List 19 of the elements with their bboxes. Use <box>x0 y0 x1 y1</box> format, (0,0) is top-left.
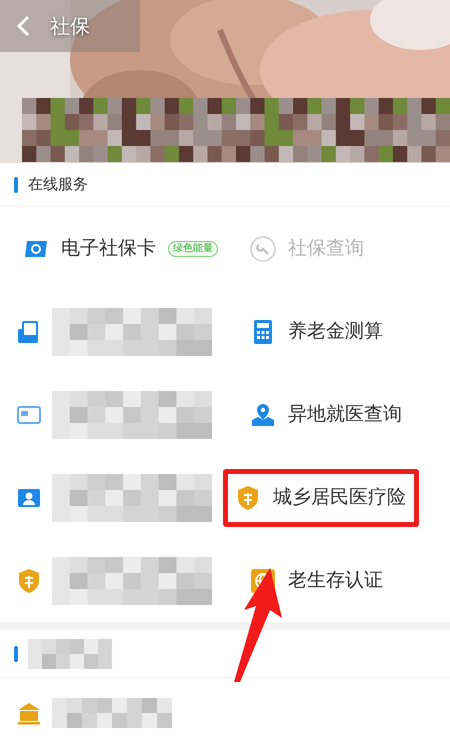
wrench-icon <box>250 236 276 262</box>
energy-badge: 绿色能量 <box>168 240 218 256</box>
page-title: 社保 <box>50 13 90 40</box>
service-link[interactable]: 电子社保卡 绿色能量 <box>8 220 233 278</box>
section-title: 在线服务 <box>28 174 88 196</box>
service-link[interactable]: 养老金测算 <box>235 302 398 360</box>
shield-icon <box>235 484 261 510</box>
service-label: 电子社保卡 <box>61 236 156 262</box>
location-pin-icon <box>250 402 276 428</box>
back-icon[interactable] <box>16 15 30 37</box>
bank-icon <box>16 700 42 726</box>
service-label: 社保查询 <box>288 236 364 262</box>
service-label: 异地就医查询 <box>288 402 402 428</box>
service-link[interactable]: 城乡居民医疗险 <box>223 468 419 526</box>
service-label: 城乡居民医疗险 <box>273 485 406 510</box>
service-label: 老生存认证 <box>288 568 383 594</box>
service-link[interactable]: 异地就医查询 <box>235 386 417 444</box>
service-label: 养老金测算 <box>288 319 383 344</box>
shield-icon <box>16 568 42 594</box>
